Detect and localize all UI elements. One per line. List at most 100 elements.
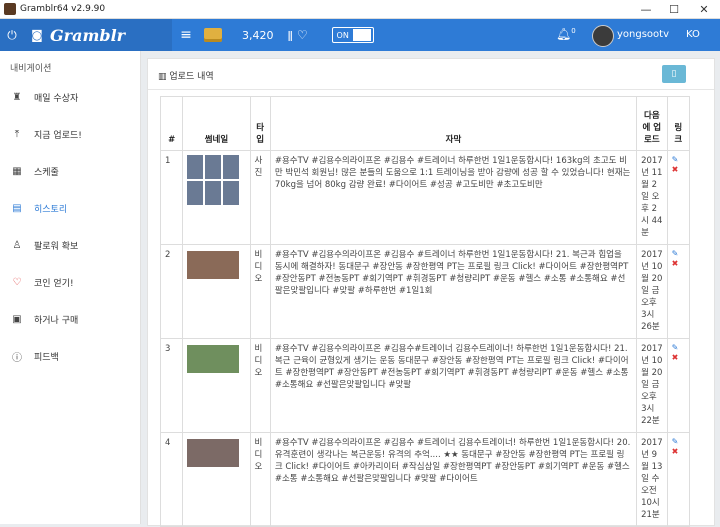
avatar[interactable] [592,25,614,47]
table-row: 4 비디오 #용수TV #김용수의라이프온 #김용수 #트레이너 김용수트레이너… [159,432,691,527]
row-num: 2 [159,244,184,339]
col-caption: 자막 [269,96,638,151]
sidebar-item-label: 코인 얻기! [34,279,74,289]
thumbnail-image [187,345,240,373]
book-icon: ▤ [12,203,22,214]
clipboard-icon: ▯ [671,69,677,79]
delete-icon[interactable]: ✖ [672,165,685,175]
sidebar-item-get-coins[interactable]: ♡ 코인 얻기! [0,264,140,301]
autolike-toggle[interactable]: ON [331,27,374,43]
toggle-knob [352,29,371,41]
edit-icon[interactable]: ✎ [672,343,685,353]
sidebar-item-feedback[interactable]: ⓘ 피드백 [0,338,140,375]
top-navbar: ⏻ ◙ Gramblr ≡ 3,420 ǁ ♡ ON 🔔︎0 yongsootv… [0,19,720,51]
row-thumbnail[interactable] [182,150,251,245]
user-icon: ♙ [12,240,22,251]
row-next-upload: 2017년 10월 20일 금 오후 3시 22분 [636,338,668,433]
question-icon: ⓘ [12,353,22,364]
sidebar-item-upload-now[interactable]: ⤒ 지금 업로드! [0,116,140,153]
row-thumbnail[interactable] [182,338,251,433]
sidebar-item-label: 스케줄 [34,168,59,178]
sidebar-item-get-followers[interactable]: ♙ 팔로워 확보 [0,227,140,264]
row-type: 사진 [249,150,271,245]
wallet-icon: ▣ [12,314,22,325]
row-caption: #용수TV #김용수의라이프온 #김용수 #트레이너 하루한번 1일1운동합시다… [269,244,638,339]
row-links: ✎ ✖ [666,338,691,433]
sidebar-item-buy[interactable]: ▣ 하거나 구매 [0,301,140,338]
col-next-upload: 다음에 업로드 [636,96,668,151]
panel-divider [148,89,714,90]
coin-balance: 3,420 [242,28,274,42]
sidebar-item-schedule[interactable]: ▦ 스케줄 [0,153,140,190]
delete-icon[interactable]: ✖ [672,259,685,269]
sidebar-item-label: 매일 수상자 [34,94,79,104]
upload-history-table: # 썸네일 타입 자막 다음에 업로드 링크 1 사진 #용수TV #김용수의라… [159,96,691,527]
minimize-button[interactable]: — [632,0,660,18]
sidebar-item-label: 히스토리 [34,205,68,215]
row-type: 비디오 [249,432,271,527]
panel-title-text: 업로드 내역 [169,72,214,82]
sidebar: 내비게이션 ♜ 매일 수상자 ⤒ 지금 업로드! ▦ 스케줄 ▤ 히스토리 ♙ 팔로워 확… [0,51,141,524]
history-panel: ▥ 업로드 내역 ▯ # 썸네일 타입 자막 다음에 업로드 링크 1 사진 #… [147,58,715,527]
row-links: ✎ ✖ [666,432,691,527]
thumbnail-image [187,251,240,279]
sidebar-item-label: 지금 업로드! [34,131,82,141]
delete-icon[interactable]: ✖ [672,353,685,363]
panel-title: ▥ 업로드 내역 [158,69,214,82]
calendar-icon: ▦ [12,166,22,177]
row-thumbnail[interactable] [182,244,251,339]
table-row: 3 비디오 #용수TV #김용수의라이프온 #김용수#트레이너 김용수트레이너!… [159,338,691,433]
thumbnail-image [187,155,240,205]
bell-icon: 🔔︎ [556,27,572,41]
row-type: 비디오 [249,244,271,339]
upload-icon: ⤒ [14,129,20,140]
edit-icon[interactable]: ✎ [672,155,685,165]
row-type: 비디오 [249,338,271,433]
edit-icon[interactable]: ✎ [672,249,685,259]
menu-toggle-icon[interactable]: ≡ [172,27,200,43]
brand: ⏻ ◙ Gramblr [0,19,172,51]
username[interactable]: yongsootv [617,29,669,40]
power-icon[interactable]: ⏻ [0,28,24,43]
notification-count: 0 [571,27,576,35]
language-selector[interactable]: KO [686,29,700,40]
sidebar-item-daily-winners[interactable]: ♜ 매일 수상자 [0,79,140,116]
row-num: 4 [159,432,184,527]
heart-icon: ♡ [12,277,22,288]
sidebar-item-label: 피드백 [34,353,59,363]
edit-icon[interactable]: ✎ [672,437,685,447]
close-button[interactable]: ✕ [690,0,718,18]
window-titlebar: Gramblr64 v2.9.90 — ☐ ✕ [0,0,720,19]
delete-icon[interactable]: ✖ [672,447,685,457]
export-button[interactable]: ▯ [662,65,686,83]
row-num: 3 [159,338,184,433]
row-caption: #용수TV #김용수의라이프온 #김용수 #트레이너 김용수트레이너! 하루한번… [269,432,638,527]
app-icon [4,3,16,15]
sidebar-item-history[interactable]: ▤ 히스토리 [0,190,140,227]
row-caption: #용수TV #김용수의라이프온 #김용수#트레이너 김용수트레이너! 하루한번 … [269,338,638,433]
row-num: 1 [159,150,184,245]
like-count-icon: ǁ [287,28,293,42]
toggle-on-label: ON [332,30,353,40]
notification-button[interactable]: 🔔︎0 [556,27,576,41]
row-next-upload: 2017년 11월 2일 오후 2시 44분 [636,150,668,245]
sidebar-item-label: 하거나 구매 [34,316,79,326]
row-thumbnail[interactable] [182,432,251,527]
table-row: 1 사진 #용수TV #김용수의라이프온 #김용수 #트레이너 하루한번 1일1… [159,150,691,245]
brand-logo[interactable]: Gramblr [50,26,125,45]
row-links: ✎ ✖ [666,150,691,245]
sidebar-item-label: 팔로워 확보 [34,242,79,252]
col-type: 타입 [249,96,271,151]
row-caption: #용수TV #김용수의라이프온 #김용수 #트레이너 하루한번 1일1운동합시다… [269,150,638,245]
row-links: ✎ ✖ [666,244,691,339]
heart-outline-icon[interactable]: ♡ [297,28,308,42]
thumbnail-image [187,439,240,467]
coin-icon [204,28,222,42]
table-row: 2 비디오 #용수TV #김용수의라이프온 #김용수 #트레이너 하루한번 1일… [159,244,691,339]
maximize-button[interactable]: ☐ [660,0,688,18]
col-link: 링크 [666,96,691,151]
trophy-icon: ♜ [12,92,22,103]
instagram-icon: ◙ [31,28,43,42]
list-icon: ▥ [158,72,167,82]
window-title: Gramblr64 v2.9.90 [20,4,106,14]
